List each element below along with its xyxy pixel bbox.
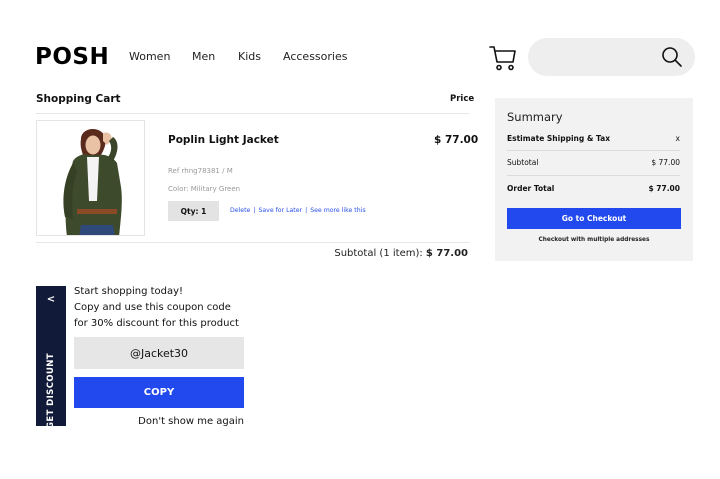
search-input[interactable] <box>528 38 695 76</box>
link-separator: | <box>305 207 308 214</box>
product-image[interactable] <box>36 120 145 236</box>
product-ref: Ref rhng78381 / M <box>168 167 233 175</box>
summary-subtotal-label: Subtotal <box>507 158 539 167</box>
divider <box>507 150 680 151</box>
save-for-later-link[interactable]: Save for Later <box>258 207 302 214</box>
divider <box>507 175 680 176</box>
search-icon[interactable] <box>661 46 683 68</box>
cart-title: Shopping Cart <box>36 93 121 105</box>
see-more-link[interactable]: See more like this <box>310 207 365 214</box>
nav-item-accessories[interactable]: Accessories <box>283 50 347 63</box>
divider <box>36 113 469 114</box>
coupon-code[interactable]: @Jacket30 <box>74 337 244 369</box>
promo-line: Start shopping today! <box>74 286 184 297</box>
order-summary: Summary Estimate Shipping & Tax x Subtot… <box>495 98 693 261</box>
checkout-button[interactable]: Go to Checkout <box>507 208 681 229</box>
dont-show-again-link[interactable]: Don't show me again <box>74 416 244 427</box>
cart-icon[interactable] <box>489 44 517 72</box>
delete-link[interactable]: Delete <box>230 207 250 214</box>
product-color: Color: Military Green <box>168 185 241 193</box>
cart-subtotal: Subtotal (1 item): $ 77.00 <box>334 248 468 259</box>
logo[interactable]: POSH <box>35 44 109 70</box>
product-price: $ 77.00 <box>434 134 479 146</box>
summary-subtotal-value: $ 77.00 <box>651 158 680 167</box>
nav-item-kids[interactable]: Kids <box>238 50 261 63</box>
price-column-header: Price <box>450 94 475 104</box>
nav-item-men[interactable]: Men <box>192 50 215 63</box>
subtotal-value: $ 77.00 <box>425 248 468 259</box>
link-separator: | <box>253 207 256 214</box>
estimate-shipping-row[interactable]: Estimate Shipping & Tax x <box>507 134 680 143</box>
summary-subtotal-row: Subtotal $ 77.00 <box>507 158 680 167</box>
order-total-label: Order Total <box>507 184 555 193</box>
discount-tab-label: GET DISCOUNT <box>46 353 56 429</box>
quantity-select[interactable]: Qty: 1 <box>168 201 219 221</box>
order-total-row: Order Total $ 77.00 <box>507 184 680 193</box>
order-total-value: $ 77.00 <box>648 184 680 193</box>
item-actions: Delete | Save for Later | See more like this <box>230 207 366 214</box>
subtotal-label: Subtotal (1 item): <box>334 248 423 259</box>
estimate-shipping-label: Estimate Shipping & Tax <box>507 134 611 143</box>
chevron-left-icon[interactable]: < <box>36 294 66 305</box>
multi-address-link[interactable]: Checkout with multiple addresses <box>495 237 693 243</box>
promo-line: for 30% discount for this product <box>74 318 239 329</box>
nav-item-women[interactable]: Women <box>129 50 170 63</box>
divider <box>36 242 469 243</box>
promo-line: Copy and use this coupon code <box>74 302 231 313</box>
copy-button[interactable]: COPY <box>74 377 244 408</box>
jacket-model-image <box>37 121 144 235</box>
shipping-toggle-icon[interactable]: x <box>676 134 680 143</box>
product-name[interactable]: Poplin Light Jacket <box>168 134 279 146</box>
discount-tab[interactable]: < GET DISCOUNT <box>36 286 66 429</box>
summary-title: Summary <box>507 110 563 124</box>
